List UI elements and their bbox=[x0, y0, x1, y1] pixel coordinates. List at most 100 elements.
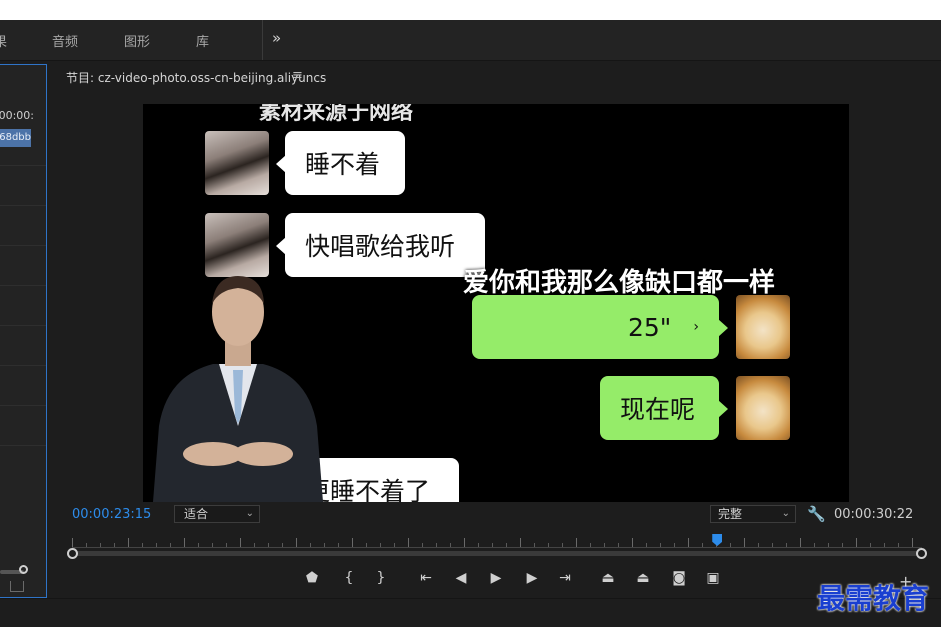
timeline-panel: 00:00: 968dbb bbox=[0, 64, 47, 598]
ruler-tick bbox=[632, 538, 633, 547]
panel-menu-icon[interactable]: ≡ bbox=[292, 68, 303, 83]
video-preview[interactable]: 素材来源于网络 睡不着 快唱歌给我听 爱你和我那么像缺口都一样 25" › 现在… bbox=[143, 104, 849, 502]
ruler-tick bbox=[618, 543, 619, 547]
ruler-tick bbox=[520, 538, 521, 547]
ruler-tick bbox=[548, 543, 549, 547]
play-icon[interactable]: ▶ bbox=[484, 567, 508, 589]
double-chevron-right-icon[interactable]: » bbox=[272, 29, 281, 47]
program-monitor-title[interactable]: 节目: cz-video-photo.oss-cn-beijing.aliyun… bbox=[66, 69, 326, 86]
ruler-tick bbox=[170, 543, 171, 547]
ruler-tick bbox=[100, 543, 101, 547]
time-ruler[interactable] bbox=[72, 533, 922, 553]
ruler-tick bbox=[800, 538, 801, 547]
mark-out-icon[interactable]: } bbox=[369, 567, 393, 589]
ruler-tick bbox=[786, 543, 787, 547]
ruler-tick bbox=[282, 543, 283, 547]
camera-icon[interactable]: ◙ bbox=[667, 567, 691, 589]
ruler-tick bbox=[562, 543, 563, 547]
ruler-tick bbox=[310, 543, 311, 547]
step-back-icon[interactable]: ◀ bbox=[449, 567, 473, 589]
ruler-tick bbox=[898, 543, 899, 547]
go-to-out-icon[interactable]: ⇥ bbox=[553, 567, 577, 589]
zoom-level-value: 适合 bbox=[184, 507, 209, 521]
ruler-tick bbox=[912, 538, 913, 547]
export-icon[interactable] bbox=[10, 581, 24, 592]
girl-avatar bbox=[205, 213, 269, 277]
wrench-icon[interactable]: 🔧 bbox=[807, 505, 826, 523]
track-divider bbox=[0, 285, 46, 286]
ruler-tick bbox=[198, 543, 199, 547]
ruler-tick bbox=[814, 543, 815, 547]
ruler-tick bbox=[772, 543, 773, 547]
comparison-icon[interactable]: ▣ bbox=[701, 567, 725, 589]
tab-graphics[interactable]: 图形 bbox=[124, 31, 150, 50]
ruler-tick bbox=[478, 543, 479, 547]
watermark-logo: 最需教育 bbox=[817, 582, 930, 615]
chat-message: 更睡不着了 bbox=[305, 477, 431, 502]
tab-libraries[interactable]: 库 bbox=[196, 31, 209, 50]
ruler-tick bbox=[352, 538, 353, 547]
go-to-in-icon[interactable]: ⇤ bbox=[414, 567, 438, 589]
lift-icon[interactable]: ⏏ bbox=[596, 567, 620, 589]
ruler-tick bbox=[408, 538, 409, 547]
chat-message: 快唱歌给我听 bbox=[305, 232, 456, 261]
voice-message-bubble: 25" › bbox=[472, 295, 728, 359]
step-forward-icon[interactable]: ▶ bbox=[520, 567, 544, 589]
playback-resolution-select[interactable]: 完整 ⌄ bbox=[710, 505, 796, 523]
voice-wave-icon: › bbox=[693, 319, 699, 335]
ruler-tick bbox=[184, 538, 185, 547]
ruler-tick bbox=[674, 543, 675, 547]
chat-bubble-right: 现在呢 bbox=[600, 376, 728, 440]
chat-message: 现在呢 bbox=[620, 395, 696, 424]
ruler-tick bbox=[366, 543, 367, 547]
dog-avatar bbox=[736, 295, 790, 359]
ruler-tick bbox=[590, 543, 591, 547]
zoom-level-select[interactable]: 适合 ⌄ bbox=[174, 505, 260, 523]
track-divider bbox=[0, 365, 46, 366]
marker-icon[interactable]: ⬟ bbox=[300, 567, 324, 589]
ruler-tick bbox=[296, 538, 297, 547]
ruler-tick bbox=[604, 543, 605, 547]
ruler-tick bbox=[226, 543, 227, 547]
ruler-tick bbox=[86, 543, 87, 547]
ruler-tick bbox=[688, 538, 689, 547]
ruler-tick bbox=[534, 543, 535, 547]
ruler-tick bbox=[464, 538, 465, 547]
presenter-figure bbox=[153, 276, 323, 502]
ruler-tick bbox=[506, 543, 507, 547]
zoom-handle-right[interactable] bbox=[916, 548, 927, 559]
video-caption: 爱你和我那么像缺口都一样 bbox=[463, 268, 776, 298]
ruler-tick bbox=[240, 538, 241, 547]
ruler-tick bbox=[744, 538, 745, 547]
track-divider bbox=[0, 205, 46, 206]
ruler-tick bbox=[870, 543, 871, 547]
ruler-tick bbox=[646, 543, 647, 547]
ruler-tick bbox=[758, 543, 759, 547]
voice-duration: 25" bbox=[628, 312, 672, 342]
mark-in-icon[interactable]: { bbox=[337, 567, 361, 589]
current-timecode[interactable]: 00:00:23:15 bbox=[72, 507, 151, 522]
ruler-tick bbox=[114, 543, 115, 547]
ruler-tick bbox=[576, 538, 577, 547]
ruler-tick bbox=[156, 543, 157, 547]
monitor-zoom-scrollbar[interactable] bbox=[72, 551, 921, 556]
ruler-tick bbox=[842, 543, 843, 547]
ruler-tick bbox=[128, 538, 129, 547]
track-divider bbox=[0, 445, 46, 446]
chat-bubble-left: 睡不着 bbox=[276, 131, 405, 195]
ruler-tick bbox=[394, 543, 395, 547]
track-divider bbox=[0, 165, 46, 166]
tab-audio[interactable]: 音频 bbox=[52, 31, 78, 50]
track-divider bbox=[0, 245, 46, 246]
timeline-zoom-handle[interactable] bbox=[19, 565, 28, 574]
ruler-tick bbox=[212, 543, 213, 547]
program-monitor-header: 节目: cz-video-photo.oss-cn-beijing.aliyun… bbox=[52, 64, 941, 90]
girl-avatar bbox=[205, 131, 269, 195]
tab-effects[interactable]: 果 bbox=[0, 31, 7, 50]
zoom-handle-left[interactable] bbox=[67, 548, 78, 559]
ruler-tick bbox=[268, 543, 269, 547]
timeline-clip[interactable]: 968dbb bbox=[0, 129, 31, 147]
extract-icon[interactable]: ⏏ bbox=[631, 567, 655, 589]
playback-resolution-value: 完整 bbox=[718, 507, 743, 521]
dog-avatar bbox=[736, 376, 790, 440]
